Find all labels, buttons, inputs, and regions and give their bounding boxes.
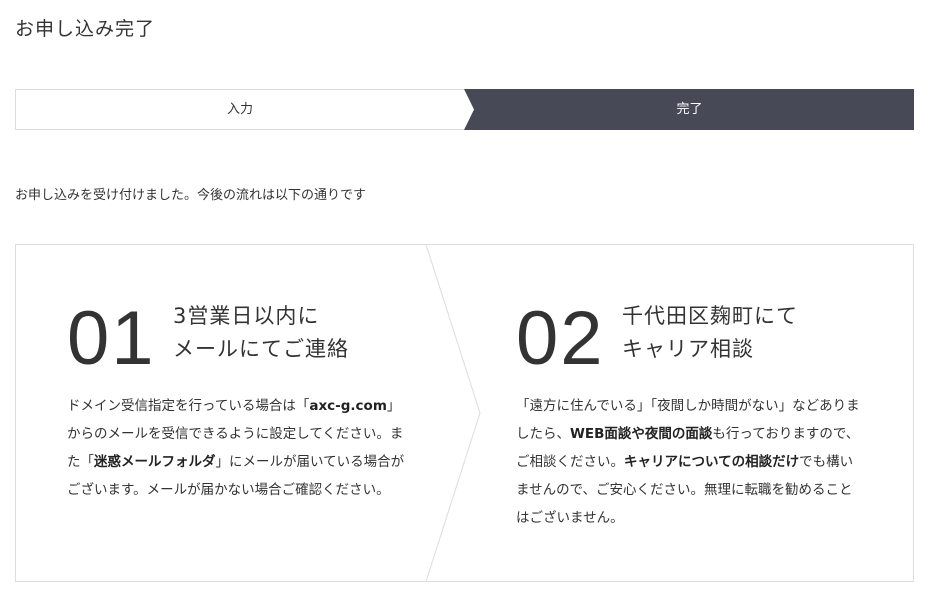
flow-step-heading: 千代田区麹町にて キャリア相談 xyxy=(622,300,862,366)
step-done: 完了 xyxy=(676,102,703,117)
flow-step-description: 「遠方に住んでいる」「夜間しか時間がない」などありましたら、WEB面談や夜間の面… xyxy=(516,392,861,532)
flow-panel: 01 3営業日以内に メールにてご連絡 ドメイン受信指定を行っている場合は「ax… xyxy=(15,244,914,582)
lead-text: お申し込みを受け付けました。今後の流れは以下の通りです xyxy=(15,188,367,203)
flow-step-number: 02 xyxy=(516,296,605,381)
description-emphasis: WEB面談や夜間の面談 xyxy=(570,426,713,442)
flow-step-heading-line2: メールにてご連絡 xyxy=(173,337,349,361)
flow-step-heading-line2: キャリア相談 xyxy=(622,337,754,361)
flow-step-number: 01 xyxy=(67,296,156,381)
progress-steps: 入力 完了 xyxy=(15,89,914,130)
description-emphasis: axc-g.com xyxy=(309,398,387,414)
description-emphasis: キャリアについての相談だけ xyxy=(624,454,800,470)
description-text: ドメイン受信指定を行っている場合は「 xyxy=(67,398,310,414)
flow-step-description: ドメイン受信指定を行っている場合は「axc-g.com」からのメールを受信できる… xyxy=(67,392,412,504)
page-title: お申し込み完了 xyxy=(15,18,156,40)
flow-step-heading-line1: 3営業日以内に xyxy=(173,304,320,328)
flow-step-heading-line1: 千代田区麹町にて xyxy=(622,304,798,328)
description-emphasis: 迷惑メールフォルダ xyxy=(94,454,216,470)
step-input: 入力 xyxy=(226,102,253,117)
flow-step-heading: 3営業日以内に メールにてご連絡 xyxy=(173,300,413,366)
